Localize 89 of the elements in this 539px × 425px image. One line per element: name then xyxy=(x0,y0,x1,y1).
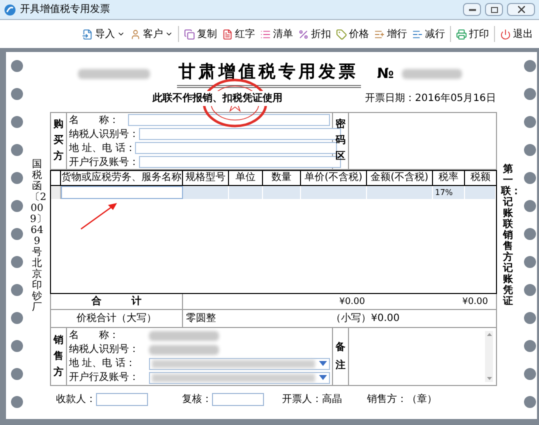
column-header: 单位 xyxy=(229,171,263,185)
toolbar-button[interactable]: 客户 xyxy=(130,26,173,42)
scroll-up-icon xyxy=(486,333,492,336)
scrollbar[interactable] xyxy=(485,331,493,382)
seller-label: 销售方 xyxy=(52,334,64,380)
toolbar-button[interactable]: 红字 xyxy=(222,26,255,42)
payee-field[interactable] xyxy=(96,392,148,406)
arrow-annotation xyxy=(79,201,119,231)
person-icon xyxy=(130,28,141,40)
table-cell xyxy=(367,186,433,199)
invoice-title: 甘肃增值税专用发票 xyxy=(176,60,360,88)
field-label: 纳税人识别号： xyxy=(69,343,140,356)
field-label: 名 称： xyxy=(69,329,120,342)
remove-row-icon xyxy=(412,28,423,40)
app-icon xyxy=(4,4,16,16)
toolbar-button[interactable]: 导入 xyxy=(82,26,125,42)
side-note: 国税函〔2009〕649号北京印钞厂 xyxy=(30,158,44,312)
reviewer-label: 复核： xyxy=(182,392,212,406)
field-label: 地 址、电 话： xyxy=(69,357,136,370)
total-tax: ¥0.00 xyxy=(461,296,489,309)
total-label: 合 计 xyxy=(51,294,183,310)
input-field[interactable] xyxy=(128,114,330,126)
window-title: 开具增值税专用发票 xyxy=(20,2,110,17)
dropdown-field[interactable] xyxy=(149,358,330,370)
column-header: 单价(不含税) xyxy=(301,171,367,185)
toolbar-button[interactable]: 增行 xyxy=(374,26,407,42)
table-cell xyxy=(229,186,263,199)
tag-icon xyxy=(336,28,347,40)
column-header: 数量 xyxy=(263,171,301,185)
field-label: 开户行及账号： xyxy=(69,156,139,168)
list-icon xyxy=(260,28,271,40)
remarks-label: 备注 xyxy=(334,340,346,372)
password-area-label: 密码区 xyxy=(334,118,346,164)
column-header: 金额(不含税) xyxy=(367,171,433,185)
reviewer-field[interactable] xyxy=(212,392,264,406)
toolbar-button[interactable]: 复制 xyxy=(184,26,217,42)
number-sign: № xyxy=(377,64,394,84)
percent-icon xyxy=(298,28,309,40)
dropdown-arrow-icon xyxy=(319,361,327,366)
table-cell: 17% xyxy=(433,186,465,199)
row-header-cell xyxy=(51,186,61,199)
import-icon xyxy=(82,28,93,40)
field-label: 纳税人识别号： xyxy=(69,128,139,140)
toolbar-button[interactable]: 退出 xyxy=(500,26,533,42)
dropdown-field[interactable] xyxy=(149,372,330,384)
redacted-block xyxy=(149,330,219,340)
column-header: 货物或应税劳务、服务名称 xyxy=(61,171,183,185)
redacted-block xyxy=(149,344,219,354)
redacted-block xyxy=(402,69,462,79)
toolbar-button[interactable]: 价格 xyxy=(336,26,369,42)
usage-notice: 此联不作报销、扣税凭证使用 xyxy=(150,90,284,106)
issue-date: 开票日期：2016年05月16日 xyxy=(365,92,497,106)
item-name-field[interactable] xyxy=(61,186,183,199)
table-cell xyxy=(263,186,301,199)
field-label: 名 称： xyxy=(69,114,120,126)
printer-icon xyxy=(456,28,467,40)
power-icon xyxy=(500,28,511,40)
amount-in-figures: （小写）¥0.00 xyxy=(330,312,401,326)
issuer-name: 高晶 xyxy=(322,392,342,406)
add-row-icon xyxy=(374,28,385,40)
maximize-button[interactable] xyxy=(485,3,503,16)
payee-label: 收款人： xyxy=(56,392,96,406)
field-label: 地 址、电 话： xyxy=(69,142,136,154)
column-header: 税额 xyxy=(470,171,492,185)
amount-in-words: 零圆整 xyxy=(185,312,217,326)
buyer-label: 购买方 xyxy=(52,118,64,164)
toolbar-button[interactable]: 打印 xyxy=(456,26,489,42)
grand-total-label: 价税合计（大写） xyxy=(51,310,183,328)
column-header: 税率 xyxy=(433,171,465,185)
toolbar-button[interactable]: 清单 xyxy=(260,26,293,42)
toolbar-button[interactable]: 折扣 xyxy=(298,26,331,42)
document-icon xyxy=(222,28,233,40)
field-label: 开户行及账号： xyxy=(69,371,140,384)
column-header: 规格型号 xyxy=(183,171,229,185)
table-cell xyxy=(301,186,367,199)
toolbar-button[interactable]: 减行 xyxy=(412,26,445,42)
scroll-down-icon xyxy=(486,377,492,380)
total-amount: ¥0.00 xyxy=(338,296,366,309)
copy-icon xyxy=(184,28,195,40)
dropdown-arrow-icon xyxy=(319,375,327,380)
close-button[interactable] xyxy=(507,3,535,16)
table-cell xyxy=(465,186,496,199)
table-cell xyxy=(183,186,229,199)
seller-seal-label: 销售方：（章） xyxy=(367,392,437,406)
close-icon xyxy=(518,6,524,13)
redacted-block xyxy=(78,69,150,79)
minimize-button[interactable] xyxy=(463,3,481,16)
issuer-label: 开票人： xyxy=(282,392,322,406)
copy-designation: 第一联：记账联销售方记账凭证 xyxy=(501,164,515,307)
